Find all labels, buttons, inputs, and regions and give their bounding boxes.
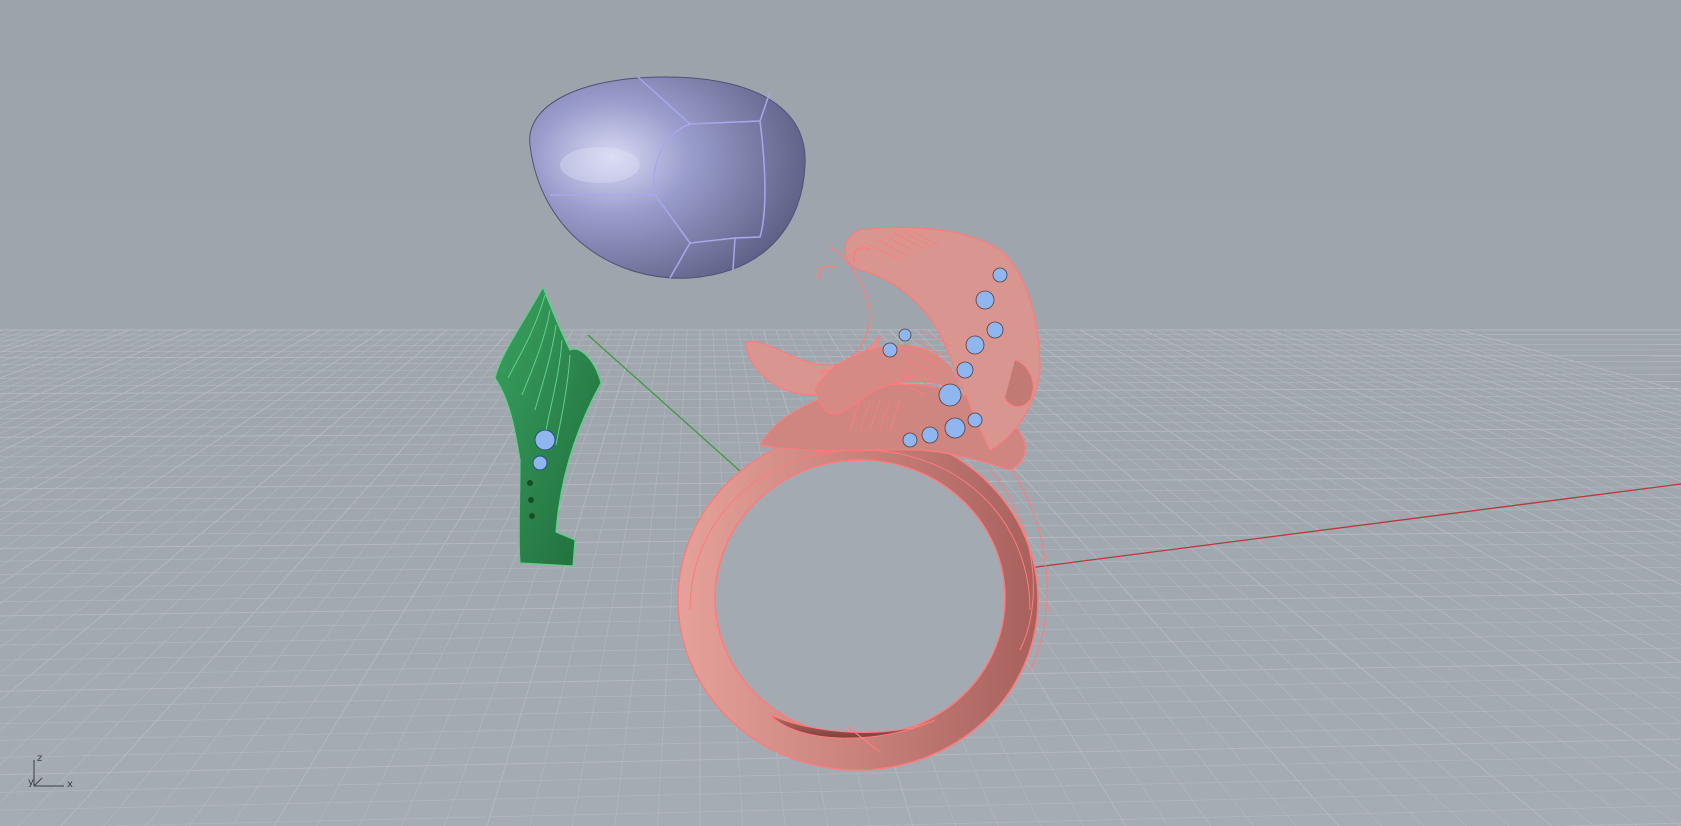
axis-triad-icon xyxy=(33,760,64,787)
axis-x-label: x xyxy=(67,779,73,790)
axis-z-label: z xyxy=(37,753,43,764)
axis-y-label: y xyxy=(28,777,34,788)
viewport-3d[interactable]: z y x xyxy=(0,0,1681,826)
axis-orientation-widget: z y x xyxy=(22,748,82,798)
ring-object[interactable] xyxy=(677,226,1048,771)
scene-canvas[interactable] xyxy=(0,0,1681,826)
gemstone-object[interactable] xyxy=(529,76,806,279)
green-part-object[interactable] xyxy=(494,285,602,567)
